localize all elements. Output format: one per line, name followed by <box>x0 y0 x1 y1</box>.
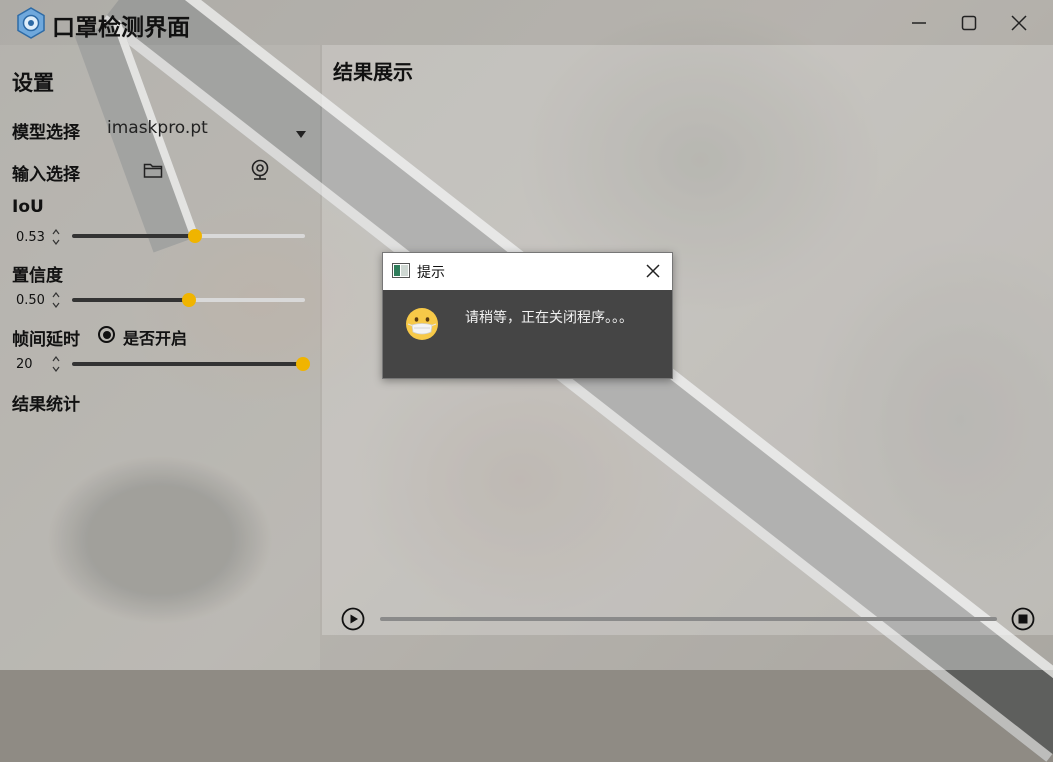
input-label: 输入选择 <box>12 165 80 185</box>
frame-delay-toggle-label[interactable]: 是否开启 <box>123 325 187 349</box>
webcam-icon <box>251 159 269 180</box>
stats-label: 结果统计 <box>12 395 80 415</box>
close-icon <box>646 264 660 278</box>
frame-delay-radio[interactable] <box>98 326 115 343</box>
settings-heading: 设置 <box>12 71 54 95</box>
confidence-slider[interactable] <box>72 293 305 307</box>
minimize-icon <box>912 22 926 24</box>
model-select[interactable]: imaskpro.pt <box>107 118 208 138</box>
play-icon <box>341 607 365 631</box>
iou-spinbox[interactable]: 0.53 <box>12 226 62 248</box>
radio-dot <box>102 330 111 339</box>
title-bar: 口罩检测界面 <box>0 0 1053 45</box>
spin-arrows-icon[interactable] <box>52 228 60 250</box>
minimize-button[interactable] <box>904 8 934 38</box>
slider-handle[interactable] <box>296 357 310 371</box>
app-logo-icon <box>15 7 47 39</box>
slider-handle[interactable] <box>181 293 196 307</box>
folder-icon <box>143 163 163 178</box>
mask-face-icon <box>405 307 439 341</box>
iou-value: 0.53 <box>16 229 45 245</box>
window-title: 口罩检测界面 <box>52 15 190 41</box>
frame-delay-value: 20 <box>16 356 33 372</box>
window-app-icon <box>392 263 410 278</box>
playback-progress-bar[interactable] <box>380 617 997 621</box>
folder-button[interactable] <box>142 159 164 181</box>
maximize-button[interactable] <box>954 8 984 38</box>
dialog-title: 提示 <box>417 265 445 281</box>
spin-arrows-icon[interactable] <box>52 291 60 313</box>
close-icon <box>1011 15 1027 31</box>
slider-fill <box>72 362 303 366</box>
close-button[interactable] <box>1004 8 1034 38</box>
play-button[interactable] <box>341 607 365 631</box>
model-label: 模型选择 <box>12 123 80 143</box>
frame-delay-spinbox[interactable]: 20 <box>12 353 62 375</box>
frame-delay-label: 帧间延时 <box>12 330 80 350</box>
frame-delay-slider[interactable] <box>72 357 310 371</box>
dialog-close-button[interactable] <box>644 262 662 280</box>
dialog-title-bar: 提示 <box>383 253 672 290</box>
iou-label: IoU <box>12 197 44 217</box>
dialog-body: 请稍等，正在关闭程序。。。 <box>383 290 672 378</box>
dialog-message: 请稍等，正在关闭程序。。。 <box>465 310 633 326</box>
dropdown-arrow-icon[interactable] <box>296 124 306 143</box>
spin-arrows-icon[interactable] <box>52 355 60 377</box>
message-dialog: 提示 请稍等，正在关闭程序。。。 <box>382 252 673 379</box>
confidence-value: 0.50 <box>16 292 45 308</box>
slider-fill <box>72 234 196 238</box>
slider-fill <box>72 298 189 302</box>
iou-slider[interactable] <box>72 229 305 243</box>
maximize-icon <box>961 15 977 31</box>
results-heading: 结果展示 <box>333 60 413 84</box>
confidence-spinbox[interactable]: 0.50 <box>12 289 62 311</box>
stop-icon <box>1011 607 1035 631</box>
confidence-label: 置信度 <box>12 266 63 286</box>
stop-button[interactable] <box>1011 607 1035 631</box>
camera-button[interactable] <box>249 159 271 181</box>
